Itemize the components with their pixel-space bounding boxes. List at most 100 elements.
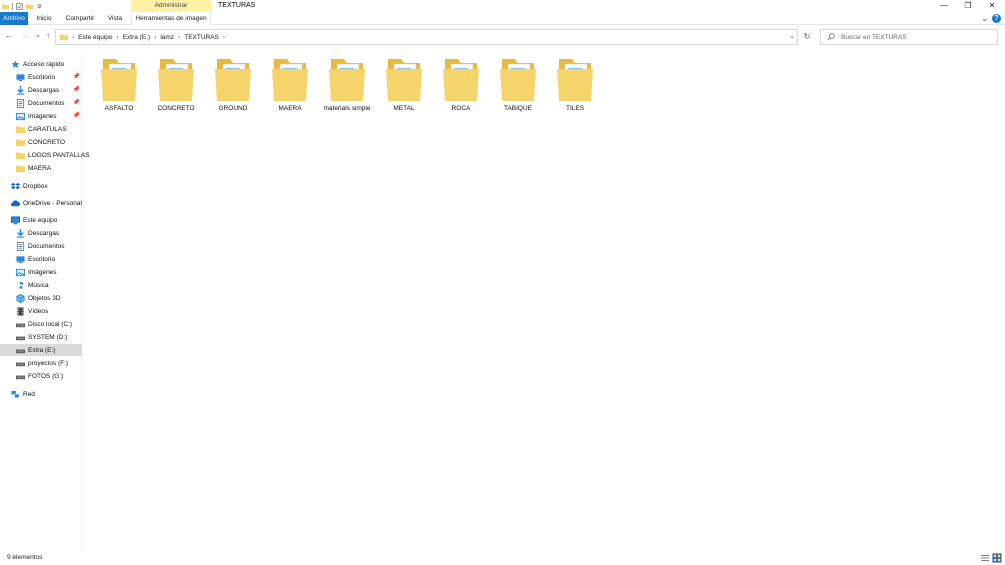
view-switcher <box>980 553 1002 563</box>
sidebar-item-caratulas[interactable]: CARATULAS <box>0 123 82 135</box>
sidebar-item-label: Escritorio <box>28 73 56 81</box>
sidebar-item-concreto[interactable]: CONCRETO <box>0 136 82 148</box>
folder-icon <box>443 59 479 101</box>
sidebar-item-videos[interactable]: Vídeos <box>0 305 82 317</box>
tab-compartir[interactable]: Compartir <box>62 12 98 25</box>
star-icon <box>11 59 20 69</box>
address-dropdown-button[interactable]: ⌄ <box>789 30 795 44</box>
breadcrumb-chevron[interactable]: › <box>178 34 180 41</box>
folder-icon <box>557 59 593 101</box>
folder-item[interactable]: CONCRETO <box>148 55 204 117</box>
sidebar-item-label: Descargas <box>28 229 60 237</box>
sidebar-item-label: Documentos <box>28 99 65 107</box>
sidebar-item-label: CONCRETO <box>28 138 66 146</box>
ribbon-collapse-button[interactable]: ⌄ <box>981 14 988 23</box>
folder-label: materials simple <box>323 105 371 112</box>
sidebar-item-disco-local-c[interactable]: Disco local (C:) <box>0 318 82 330</box>
close-button[interactable]: ✕ <box>980 0 1004 12</box>
drive-icon <box>16 333 25 342</box>
sidebar-item-documentos-pc[interactable]: Documentos <box>0 240 82 252</box>
sidebar-item-red[interactable]: Red <box>0 388 82 400</box>
folder-item[interactable]: TILES <box>547 55 603 117</box>
tab-herramientas-de-imagen[interactable]: Herramientas de imagen <box>131 12 211 25</box>
documents-icon <box>16 98 25 108</box>
breadcrumb-chevron[interactable]: › <box>117 34 119 41</box>
sidebar-item-label: Este equipo <box>23 216 58 224</box>
pictures-icon <box>16 112 25 121</box>
large-icons-view-icon <box>993 554 1001 562</box>
sidebar-item-escritorio-pc[interactable]: Escritorio <box>0 253 82 265</box>
sidebar-item-objetos-3d[interactable]: Objetos 3D <box>0 292 82 304</box>
details-view-icon <box>981 555 989 561</box>
search-icon <box>827 33 835 41</box>
new-folder-icon[interactable] <box>26 3 33 10</box>
file-list: ASFALTO CONCRETO GROUND MAERA materials … <box>90 55 1000 125</box>
folder-item[interactable]: MAERA <box>262 55 318 117</box>
folder-item[interactable]: ROCA <box>433 55 489 117</box>
title-bar: Administrar TEXTURAS — ❐ ✕ <box>0 0 1005 12</box>
sidebar-item-extra-e[interactable]: Extra (E:) <box>0 344 82 356</box>
tab-inicio[interactable]: Inicio <box>31 12 57 25</box>
properties-icon[interactable] <box>16 2 23 10</box>
sidebar-item-descargas[interactable]: Descargas 📌 <box>0 84 82 96</box>
tab-archivo[interactable]: Archivo <box>0 12 28 25</box>
breadcrumb-texturas[interactable]: TEXTURAS <box>184 34 219 41</box>
breadcrumb-lamz[interactable]: lamz <box>160 34 174 41</box>
video-icon <box>16 306 25 316</box>
sidebar-item-descargas-pc[interactable]: Descargas <box>0 227 82 239</box>
computer-icon <box>11 215 20 225</box>
up-button[interactable]: ↑ <box>43 30 53 42</box>
sidebar-item-este-equipo[interactable]: Este equipo <box>0 214 82 226</box>
details-view-button[interactable] <box>980 553 990 563</box>
breadcrumb-este-equipo[interactable]: Este equipo <box>78 34 112 41</box>
sidebar-item-fotos-g[interactable]: FOTOS (G:) <box>0 370 82 382</box>
large-icons-view-button[interactable] <box>992 553 1002 563</box>
sidebar-item-logos-pantallas[interactable]: LOGOS PANTALLAS <box>0 149 90 161</box>
help-button[interactable]: ? <box>992 14 1001 23</box>
sidebar-item-escritorio[interactable]: Escritorio 📌 <box>0 71 82 83</box>
breadcrumb-chevron[interactable]: › <box>72 34 74 41</box>
folder-item[interactable]: TABIQUE <box>490 55 546 117</box>
sidebar-item-dropbox[interactable]: Dropbox <box>0 180 82 192</box>
sidebar-item-acceso-rapido[interactable]: Acceso rápido <box>0 58 82 70</box>
address-row: ← → ⌄ ↑ › Este equipo › Extra (E:) › lam… <box>0 27 1005 45</box>
sidebar-item-maera[interactable]: MAERA <box>0 162 82 174</box>
customize-toolbar-icon[interactable] <box>36 3 43 10</box>
refresh-button[interactable]: ↻ <box>800 29 814 45</box>
back-button[interactable]: ← <box>4 30 14 42</box>
minimize-button[interactable]: — <box>932 0 956 12</box>
sidebar-item-imagenes[interactable]: Imágenes 📌 <box>0 110 82 122</box>
download-icon <box>16 228 25 238</box>
breadcrumb-extra-e[interactable]: Extra (E:) <box>123 34 150 41</box>
sidebar-item-system-d[interactable]: SYSTEM (D:) <box>0 331 82 343</box>
sidebar-item-musica[interactable]: Música <box>0 279 82 291</box>
search-box[interactable] <box>820 29 998 45</box>
cube-icon <box>16 293 25 303</box>
folder-item[interactable]: GROUND <box>205 55 261 117</box>
sidebar-item-onedrive[interactable]: OneDrive - Personal <box>0 197 82 209</box>
folder-label: CONCRETO <box>157 105 195 112</box>
sidebar-item-documentos[interactable]: Documentos 📌 <box>0 97 82 109</box>
folder-icon <box>2 3 9 9</box>
sidebar-item-label: Descargas <box>28 86 60 94</box>
sidebar-item-imagenes-pc[interactable]: Imágenes <box>0 266 82 278</box>
breadcrumb-chevron[interactable]: › <box>154 34 156 41</box>
folder-icon <box>329 59 365 101</box>
sidebar-item-label: MAERA <box>28 164 52 172</box>
context-tab-administrar[interactable]: Administrar <box>131 0 211 12</box>
folder-icon <box>158 59 194 101</box>
folder-item[interactable]: materials simple <box>319 55 375 117</box>
forward-button[interactable]: → <box>20 30 30 42</box>
drive-icon <box>16 346 25 355</box>
tab-vista[interactable]: Vista <box>103 12 127 25</box>
folder-item[interactable]: ASFALTO <box>91 55 147 117</box>
recent-locations-button[interactable]: ⌄ <box>33 30 43 42</box>
search-input[interactable] <box>841 31 991 43</box>
address-bar[interactable]: › Este equipo › Extra (E:) › lamz › TEXT… <box>55 29 798 45</box>
window-title: TEXTURAS <box>218 2 256 9</box>
breadcrumb-chevron[interactable]: › <box>223 34 225 41</box>
sidebar-item-proyectos-f[interactable]: proyectos (F:) <box>0 357 82 369</box>
maximize-button[interactable]: ❐ <box>956 0 980 12</box>
folder-item[interactable]: METAL <box>376 55 432 117</box>
folder-icon <box>500 59 536 101</box>
